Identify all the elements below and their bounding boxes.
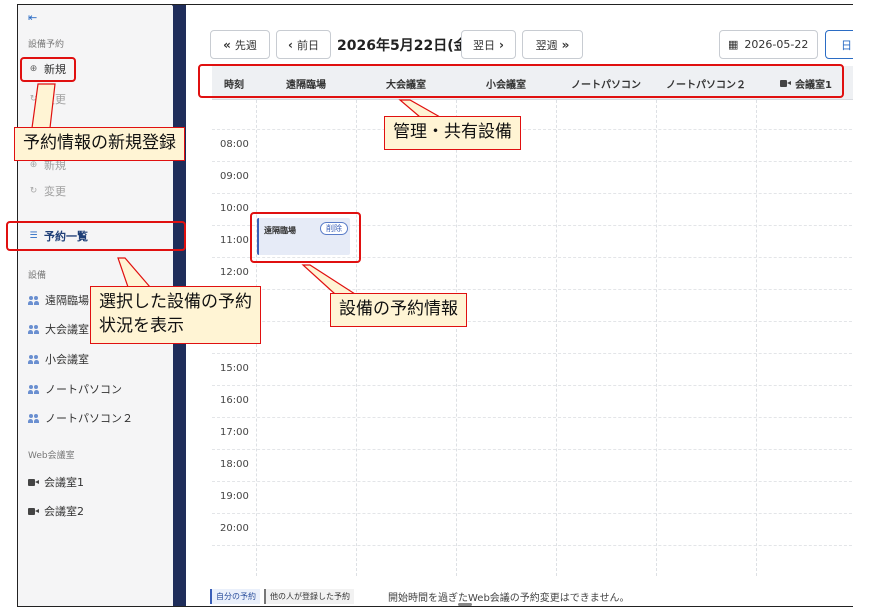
plus-circle-icon: ⊕ (29, 160, 38, 170)
sidebar-item-equipment[interactable]: 遠隔臨場 (28, 292, 89, 308)
refresh-icon: ↻ (29, 94, 38, 104)
time-label: 16:00 (220, 395, 249, 406)
prev-day-button[interactable]: ‹ 前日 (276, 30, 331, 59)
grid-row-line (212, 449, 853, 450)
schedule-grid: 時刻 遠隔臨場 大会議室 小会議室 ノートパソコン ノートパソコン２ 会議室1 (212, 66, 853, 576)
grid-column-line (756, 100, 757, 576)
grid-row-line (212, 481, 853, 482)
video-camera-icon (28, 478, 39, 486)
date-picker-input[interactable]: ▦ 2026-05-22 (719, 30, 818, 59)
section-heading-reservation: 設備予約 (28, 40, 65, 50)
day-view-button[interactable]: 日 (825, 30, 853, 59)
callout-line-1: 選択した設備の予約 (99, 292, 252, 312)
grid-row-line (212, 417, 853, 418)
calendar-icon: ▦ (728, 38, 739, 51)
callout-shared-equipment: 管理・共有設備 (384, 116, 521, 150)
equipment-label: 小会議室 (45, 353, 89, 366)
time-label: 18:00 (220, 459, 249, 470)
time-label: 20:00 (220, 523, 249, 534)
edit-reservation-button[interactable]: ↻ 変更 (28, 91, 66, 107)
current-date-title: 2026年5月22日(金) (337, 38, 474, 54)
legend: 自分の予約 他の人が登録した予約 (210, 587, 354, 605)
sidebar-item-equipment[interactable]: 小会議室 (28, 351, 89, 367)
prev-day-label: 前日 (296, 38, 319, 52)
sidebar-item-web-room[interactable]: 会議室1 (28, 474, 84, 490)
double-chevron-right-icon: » (561, 37, 570, 52)
people-icon (28, 295, 40, 305)
highlight-booking (250, 212, 361, 263)
time-label: 10:00 (220, 203, 249, 214)
callout-line-2: 状況を表示 (99, 315, 184, 336)
grid-column-line (356, 100, 357, 576)
highlight-new-button (20, 57, 76, 82)
grid-row-line (212, 385, 853, 386)
people-icon (28, 413, 40, 423)
refresh-icon: ↻ (29, 186, 38, 196)
edit-web-reservation-button[interactable]: ↻ 変更 (28, 183, 66, 199)
web-room-label: 会議室2 (44, 505, 84, 518)
collapse-sidebar-icon[interactable]: ⇤ (28, 11, 37, 24)
next-week-label: 翌週 (535, 38, 558, 52)
grid-row-line (212, 321, 853, 322)
people-icon (28, 354, 40, 364)
legend-others-reservation: 他の人が登録した予約 (264, 588, 354, 604)
grid-row-line (212, 161, 853, 162)
time-label: 19:00 (220, 491, 249, 502)
equipment-label: 大会議室 (45, 323, 89, 336)
grid-row-line (212, 545, 853, 546)
horizontal-scrollbar[interactable] (458, 603, 472, 606)
date-value: 2026-05-22 (744, 38, 809, 51)
prev-week-button[interactable]: «先週 (210, 30, 270, 59)
time-label: 11:00 (220, 235, 249, 246)
people-icon (28, 324, 40, 334)
section-heading-web: Web会議室 (28, 451, 75, 461)
chevron-right-icon: › (499, 37, 504, 52)
grid-column-line (556, 100, 557, 576)
callout-booking-info: 設備の予約情報 (330, 293, 467, 327)
chevron-left-icon: ‹ (288, 37, 293, 52)
grid-row-line (212, 513, 853, 514)
time-label: 09:00 (220, 171, 249, 182)
grid-column-line (656, 100, 657, 576)
web-room-label: 会議室1 (44, 476, 84, 489)
highlight-equipment-headers (198, 64, 844, 98)
section-heading-equipment: 設備 (28, 271, 47, 281)
sidebar-item-web-room[interactable]: 会議室2 (28, 503, 84, 519)
double-chevron-left-icon: « (223, 37, 231, 52)
day-view-label: 日 (841, 38, 852, 52)
next-day-label: 翌日 (473, 38, 496, 52)
callout-status-display: 選択した設備の予約 状況を表示 (90, 286, 261, 344)
legend-my-reservation: 自分の予約 (210, 588, 260, 604)
next-week-button[interactable]: 翌週» (522, 30, 583, 59)
grid-row-line (212, 193, 853, 194)
grid-row-line (212, 129, 853, 130)
edit-label-2: 変更 (44, 185, 66, 198)
time-label: 08:00 (220, 139, 249, 150)
grid-row-line (212, 289, 853, 290)
equipment-label: ノートパソコン (45, 383, 122, 396)
next-day-button[interactable]: 翌日 › (461, 30, 516, 59)
grid-row-line (212, 353, 853, 354)
highlight-reservation-list (6, 221, 186, 251)
notice-text: 開始時間を過ぎたWeb会議の予約変更はできません。 (388, 593, 630, 604)
time-label: 15:00 (220, 363, 249, 374)
sidebar-item-equipment[interactable]: 大会議室 (28, 321, 89, 337)
sidebar-item-equipment[interactable]: ノートパソコン２ (28, 410, 133, 426)
sidebar-item-equipment[interactable]: ノートパソコン (28, 381, 122, 397)
equipment-label: ノートパソコン２ (45, 412, 133, 425)
prev-week-label: 先週 (234, 38, 257, 52)
grid-column-line (456, 100, 457, 576)
video-camera-icon (28, 507, 39, 515)
time-label: 12:00 (220, 267, 249, 278)
callout-new-registration: 予約情報の新規登録 (14, 127, 185, 161)
time-label: 17:00 (220, 427, 249, 438)
edit-label: 変更 (44, 93, 66, 106)
equipment-label: 遠隔臨場 (45, 294, 89, 307)
people-icon (28, 384, 40, 394)
